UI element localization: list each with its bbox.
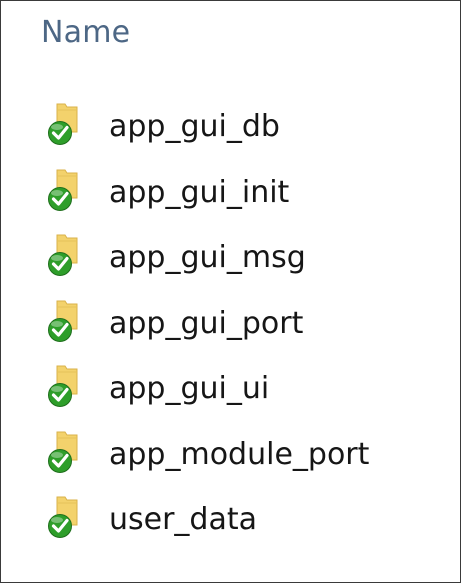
file-row-app-gui-port[interactable]: app_gui_port	[1, 293, 460, 359]
file-name: app_gui_ui	[109, 371, 270, 406]
file-row-app-gui-msg[interactable]: app_gui_msg	[1, 227, 460, 293]
folder-synced-icon	[43, 233, 83, 277]
folder-synced-icon	[43, 102, 83, 146]
file-name: app_gui_db	[109, 109, 280, 144]
file-row-app-gui-db[interactable]: app_gui_db	[1, 96, 460, 162]
folder-synced-icon	[43, 364, 83, 408]
folder-synced-icon	[43, 168, 83, 212]
column-header-name[interactable]: Name	[41, 11, 130, 55]
file-explorer-panel: Name app_gui_db app_gui_init app_gui_msg…	[0, 0, 461, 583]
file-name: app_gui_port	[109, 305, 304, 341]
file-list: app_gui_db app_gui_init app_gui_msg app_…	[1, 96, 460, 555]
folder-synced-icon	[43, 430, 83, 474]
file-name: app_module_port	[109, 436, 370, 472]
file-name: user_data	[109, 502, 258, 537]
file-row-app-gui-ui[interactable]: app_gui_ui	[1, 358, 460, 424]
folder-synced-icon	[43, 299, 83, 343]
file-row-user-data[interactable]: user_data	[1, 489, 460, 555]
file-name: app_gui_init	[109, 174, 290, 210]
folder-synced-icon	[43, 495, 83, 539]
file-row-app-module-port[interactable]: app_module_port	[1, 424, 460, 490]
file-row-app-gui-init[interactable]: app_gui_init	[1, 162, 460, 228]
file-name: app_gui_msg	[109, 240, 306, 275]
